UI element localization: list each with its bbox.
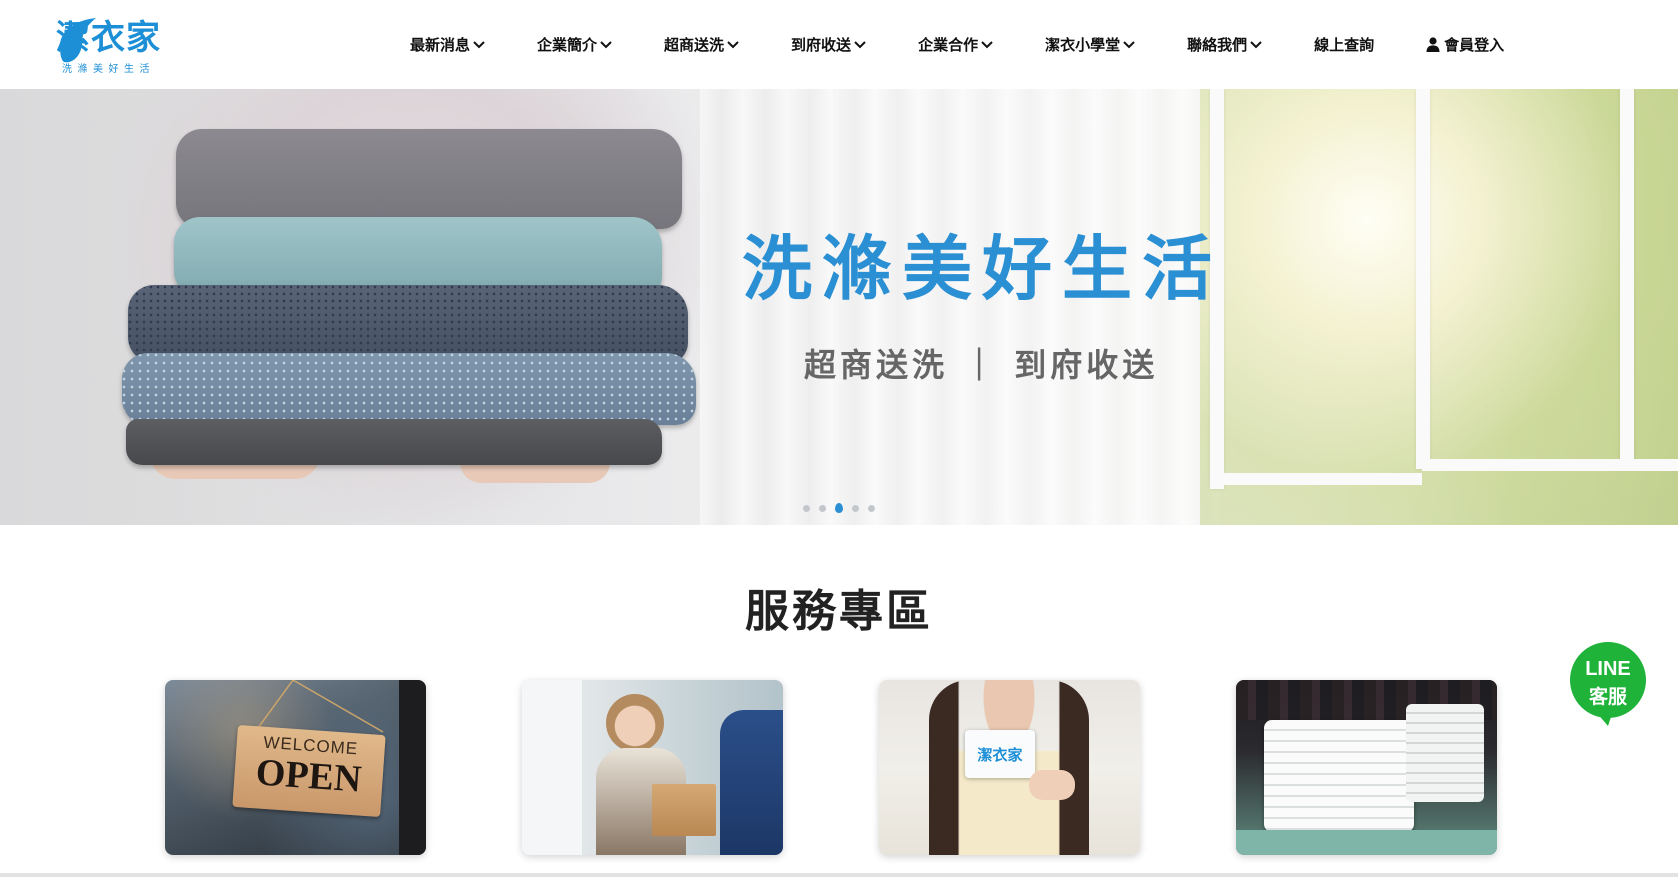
parcel-box: [652, 784, 716, 836]
site-header: 潔衣家 洗滌美好生活 最新消息 企業簡介 超商送洗 到府收送 企業合作 潔衣小學…: [0, 0, 1678, 89]
logo-tagline: 洗滌美好生活: [62, 64, 155, 75]
nav-item-home-pickup[interactable]: 到府收送: [791, 34, 866, 55]
nav-item-label: 最新消息: [410, 36, 471, 54]
line-badge-title: LINE: [1585, 658, 1631, 680]
nav-item-label: 企業簡介: [537, 36, 598, 54]
hero-banner: 洗滌美好生活 超商送洗 ｜ 到府收送: [0, 89, 1678, 525]
towel-stack-small: [1406, 704, 1484, 802]
open-sign: WELCOME OPEN: [232, 724, 386, 818]
nav-item-news[interactable]: 最新消息: [410, 34, 485, 55]
woman-figure: [606, 694, 664, 752]
logo-wordmark: 潔衣家: [56, 18, 161, 58]
main-nav: 最新消息 企業簡介 超商送洗 到府收送 企業合作 潔衣小學堂 聯絡我們 線上查詢…: [410, 0, 1504, 89]
member-login-label: 會員登入: [1444, 36, 1505, 54]
carousel-dot[interactable]: [868, 504, 875, 512]
nav-item-contact[interactable]: 聯絡我們: [1187, 34, 1262, 55]
nav-item-label: 潔衣小學堂: [1045, 36, 1121, 54]
chevron-down-icon: [854, 40, 866, 49]
nav-item-label: 聯絡我們: [1187, 36, 1248, 54]
chevron-down-icon: [473, 40, 485, 49]
member-login-button[interactable]: 會員登入: [1426, 34, 1504, 55]
carousel-indicators: [803, 503, 884, 513]
service-card-store-open[interactable]: WELCOME OPEN: [165, 680, 426, 855]
nav-item-about[interactable]: 企業簡介: [537, 34, 612, 55]
nav-item-label: 線上查詢: [1314, 36, 1375, 54]
nav-item-label: 企業合作: [918, 36, 979, 54]
line-badge-subtitle: 客服: [1588, 687, 1627, 708]
member-card-logo: 潔衣家: [977, 745, 1023, 764]
carousel-dot-active[interactable]: [835, 503, 843, 513]
service-card-linen-washing[interactable]: [1236, 680, 1497, 855]
service-card-home-delivery[interactable]: [522, 680, 783, 855]
nav-item-academy[interactable]: 潔衣小學堂: [1045, 34, 1135, 55]
carousel-dot[interactable]: [819, 504, 826, 512]
folded-clothes-stack: [120, 129, 700, 489]
courier-figure: [720, 710, 783, 855]
towel-stack-large: [1264, 720, 1414, 832]
chevron-down-icon: [727, 40, 739, 49]
carousel-dot[interactable]: [852, 504, 859, 512]
chevron-down-icon: [600, 40, 612, 49]
site-logo[interactable]: 潔衣家 洗滌美好生活: [52, 12, 177, 78]
bottom-scroll-strip: [0, 873, 1678, 877]
nav-item-store-laundry[interactable]: 超商送洗: [664, 34, 739, 55]
chevron-down-icon: [1250, 40, 1262, 49]
hero-subtitle: 超商送洗 ｜ 到府收送: [804, 346, 1159, 384]
service-card-member-card[interactable]: 潔衣家: [879, 680, 1140, 855]
chevron-down-icon: [1123, 40, 1135, 49]
open-sign-open: OPEN: [254, 751, 363, 801]
line-customer-service-button[interactable]: LINE 客服: [1566, 642, 1650, 726]
nav-item-business[interactable]: 企業合作: [918, 34, 993, 55]
nav-item-label: 超商送洗: [664, 36, 725, 54]
hero-title: 洗滌美好生活: [742, 228, 1222, 310]
member-card: 潔衣家: [965, 730, 1035, 778]
nav-item-label: 到府收送: [791, 36, 852, 54]
carousel-dot[interactable]: [803, 504, 810, 512]
user-icon: [1426, 37, 1440, 52]
nav-item-online-query[interactable]: 線上查詢: [1314, 34, 1374, 55]
services-section-title: 服務專區: [745, 586, 933, 637]
chevron-down-icon: [981, 40, 993, 49]
